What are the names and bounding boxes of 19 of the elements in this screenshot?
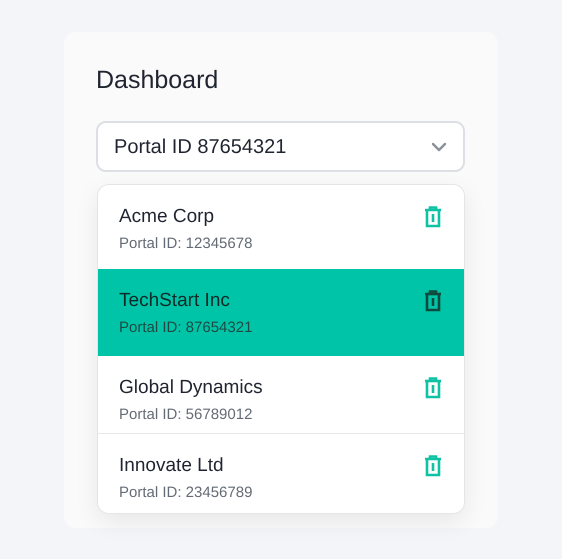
portal-id: Portal ID: 12345678 [119, 234, 252, 254]
portal-option[interactable]: TechStart Inc Portal ID: 87654321 [98, 269, 464, 356]
trash-icon[interactable] [424, 455, 442, 477]
portal-option[interactable]: Acme Corp Portal ID: 12345678 [98, 185, 464, 269]
portal-name: Global Dynamics [119, 376, 263, 400]
portal-option[interactable]: Innovate Ltd Portal ID: 23456789 [98, 433, 464, 513]
chevron-down-icon [431, 142, 447, 152]
page-title: Dashboard [96, 68, 220, 93]
trash-icon[interactable] [424, 377, 442, 399]
portal-id: Portal ID: 23456789 [119, 483, 252, 503]
portal-name: TechStart Inc [119, 289, 231, 313]
portal-select[interactable]: Portal ID 87654321 [96, 121, 465, 172]
portal-id: Portal ID: 87654321 [119, 318, 252, 338]
trash-icon[interactable] [424, 206, 442, 228]
portal-option[interactable]: Global Dynamics Portal ID: 56789012 [98, 356, 464, 433]
trash-icon[interactable] [424, 290, 442, 312]
portal-name: Acme Corp [119, 205, 216, 229]
portal-name: Innovate Ltd [119, 454, 225, 478]
portal-id: Portal ID: 56789012 [119, 405, 254, 425]
